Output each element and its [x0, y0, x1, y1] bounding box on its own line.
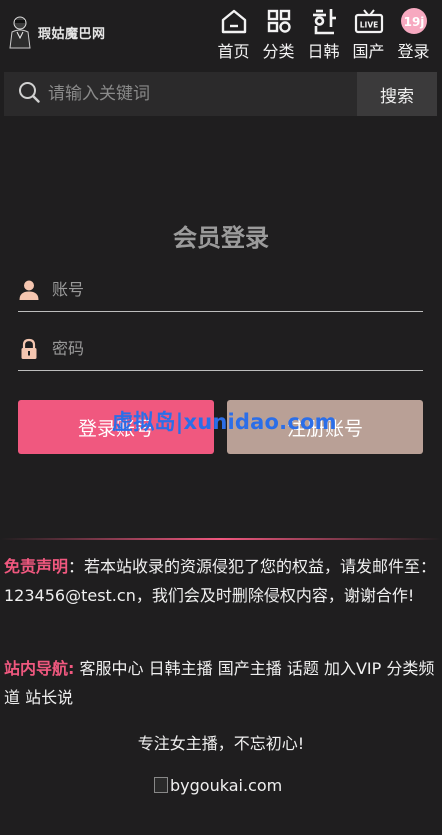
- grid-icon: [264, 6, 294, 36]
- username-field: [18, 268, 423, 312]
- nav-domestic-label: 国产: [352, 42, 385, 61]
- live-tv-icon: LIVE: [354, 6, 384, 36]
- watermark-overlay: 虚拟岛|xunidao.com: [112, 410, 337, 434]
- site-nav-link-domestic-hosts[interactable]: 国产主播: [218, 659, 282, 678]
- nav-login-label: 登录: [397, 42, 430, 61]
- site-nav-link-service[interactable]: 客服中心: [80, 659, 144, 678]
- footer-divider: [0, 538, 442, 540]
- site-nav: 站内导航: 客服中心 日韩主播 国产主播 话题 加入VIP 分类频道 站长说: [4, 654, 438, 712]
- password-field: [18, 327, 423, 371]
- footer-image: bygoukai.com: [154, 775, 282, 795]
- logo-text: 瑕姑魔巴网: [38, 26, 106, 42]
- login-title: 会员登录: [173, 224, 269, 252]
- site-nav-label: 站内导航:: [4, 659, 75, 678]
- nav-japan-korea[interactable]: 日韩: [301, 6, 346, 62]
- nav-japan-korea-label: 日韩: [307, 42, 340, 61]
- svg-text:LIVE: LIVE: [359, 21, 378, 30]
- search-icon: [18, 81, 40, 107]
- nav-login[interactable]: 19j 登录: [391, 6, 436, 62]
- footer-image-alt: bygoukai.com: [170, 775, 283, 795]
- nav-categories[interactable]: 分类: [256, 6, 301, 62]
- disclaimer: 免责声明：若本站收录的资源侵犯了您的权益，请发邮件至：123456@test.c…: [4, 552, 438, 610]
- slogan: 专注女主播，不忘初心!: [137, 734, 305, 753]
- search-field: [4, 72, 357, 116]
- header: 瑕姑魔巴网 首页 分类 日韩 LIVE 国产 19j 登录: [0, 0, 442, 64]
- site-logo[interactable]: 瑕姑魔巴网: [6, 12, 110, 52]
- home-icon: [219, 6, 249, 36]
- search-button[interactable]: 搜索: [357, 72, 437, 116]
- hangul-icon: [309, 6, 339, 36]
- site-nav-link-topics[interactable]: 话题: [287, 659, 319, 678]
- broken-image-icon: [154, 777, 168, 793]
- site-nav-link-jk-hosts[interactable]: 日韩主播: [149, 659, 213, 678]
- password-input[interactable]: [52, 339, 423, 358]
- top-nav: 首页 分类 日韩 LIVE 国产 19j 登录: [211, 6, 436, 62]
- disclaimer-text: ：若本站收录的资源侵犯了您的权益，请发邮件至：123456@test.cn，我们…: [4, 557, 437, 605]
- lock-icon: [18, 338, 40, 360]
- svg-text:19j: 19j: [403, 15, 424, 29]
- user-icon: [18, 279, 40, 301]
- username-input[interactable]: [52, 280, 423, 299]
- nav-home-label: 首页: [217, 42, 250, 61]
- disclaimer-label: 免责声明: [4, 557, 69, 576]
- nav-domestic[interactable]: LIVE 国产: [346, 6, 391, 62]
- site-nav-link-vip[interactable]: 加入VIP: [324, 659, 381, 678]
- site-nav-link-admin[interactable]: 站长说: [25, 688, 73, 707]
- avatar-icon: 19j: [399, 6, 429, 36]
- search-bar: 搜索: [4, 72, 437, 116]
- logo-mascot-icon: [6, 14, 34, 50]
- nav-categories-label: 分类: [262, 42, 295, 61]
- nav-home[interactable]: 首页: [211, 6, 256, 62]
- search-input[interactable]: [48, 72, 357, 116]
